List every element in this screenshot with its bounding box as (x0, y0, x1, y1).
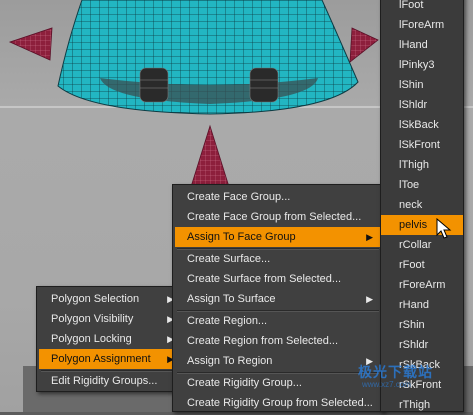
bone-item-lshldr[interactable]: lShldr (381, 95, 463, 115)
polygon-assignment-submenu: Create Face Group... Create Face Group f… (172, 184, 384, 412)
menu-item-create-rigidity-group-from-selected[interactable]: Create Rigidity Group from Selected... (175, 393, 381, 413)
bone-item-ltoe[interactable]: lToe (381, 175, 463, 195)
mouse-pointer-icon (436, 218, 452, 239)
menu-item-create-rigidity-group[interactable]: Create Rigidity Group... (175, 373, 381, 393)
menu-item-label: Assign To Region (187, 355, 273, 367)
menu-item-label: Polygon Visibility (51, 313, 134, 325)
menu-item-polygon-selection[interactable]: Polygon Selection ▶ (39, 289, 182, 309)
menu-item-assign-to-surface[interactable]: Assign To Surface ▶ (175, 289, 381, 309)
menu-item-label: Create Rigidity Group from Selected... (187, 397, 373, 409)
bone-item-lshin[interactable]: lShin (381, 75, 463, 95)
menu-item-label: Polygon Assignment (51, 353, 151, 365)
bone-item-lskback[interactable]: lSkBack (381, 115, 463, 135)
submenu-arrow-icon: ▶ (366, 294, 373, 304)
face-group-list-submenu: lFoot lForeArm lHand lPinky3 lShin lShld… (380, 0, 464, 412)
menu-item-assign-to-region[interactable]: Assign To Region ▶ (175, 351, 381, 371)
watermark-subtext: www.xz7.com (362, 380, 411, 389)
bone-item-rfoot[interactable]: rFoot (381, 255, 463, 275)
polygon-context-menu: Polygon Selection ▶ Polygon Visibility ▶ P… (36, 286, 185, 392)
menu-item-label: Edit Rigidity Groups... (51, 375, 158, 387)
bone-item-lfoot[interactable]: lFoot (381, 0, 463, 15)
menu-item-create-region-from-selected[interactable]: Create Region from Selected... (175, 331, 381, 351)
menu-item-polygon-locking[interactable]: Polygon Locking ▶ (39, 329, 182, 349)
bone-item-rforearm[interactable]: rForeArm (381, 275, 463, 295)
menu-item-label: Polygon Locking (51, 333, 132, 345)
menu-item-create-face-group[interactable]: Create Face Group... (175, 187, 381, 207)
menu-item-label: Create Face Group from Selected... (187, 211, 362, 223)
watermark-text: 极光下载站 (358, 364, 433, 380)
menu-item-create-region[interactable]: Create Region... (175, 311, 381, 331)
bone-item-rhand[interactable]: rHand (381, 295, 463, 315)
submenu-arrow-icon: ▶ (366, 232, 373, 242)
menu-item-polygon-assignment[interactable]: Polygon Assignment ▶ (39, 349, 182, 369)
bone-item-lskfront[interactable]: lSkFront (381, 135, 463, 155)
menu-item-edit-rigidity-groups[interactable]: Edit Rigidity Groups... (39, 371, 182, 391)
bone-item-rshldr[interactable]: rShldr (381, 335, 463, 355)
menu-item-label: Create Region from Selected... (187, 335, 339, 347)
bone-item-lpinky3[interactable]: lPinky3 (381, 55, 463, 75)
menu-item-label: Create Surface... (187, 253, 271, 265)
menu-item-label: Create Rigidity Group... (187, 377, 302, 389)
menu-item-polygon-visibility[interactable]: Polygon Visibility ▶ (39, 309, 182, 329)
menu-item-create-surface-from-selected[interactable]: Create Surface from Selected... (175, 269, 381, 289)
menu-item-label: Create Region... (187, 315, 268, 327)
menu-item-label: Create Face Group... (187, 191, 291, 203)
bone-item-lforearm[interactable]: lForeArm (381, 15, 463, 35)
bone-item-rshin[interactable]: rShin (381, 315, 463, 335)
left-cone (8, 27, 53, 61)
menu-item-create-surface[interactable]: Create Surface... (175, 249, 381, 269)
menu-item-create-face-group-from-selected[interactable]: Create Face Group from Selected... (175, 207, 381, 227)
right-cone (349, 27, 379, 63)
bone-item-lhand[interactable]: lHand (381, 35, 463, 55)
bone-item-lthigh[interactable]: lThigh (381, 155, 463, 175)
bone-item-rthigh[interactable]: rThigh (381, 395, 463, 415)
menu-item-label: Assign To Surface (187, 293, 276, 305)
menu-item-label: Polygon Selection (51, 293, 140, 305)
menu-item-label: Create Surface from Selected... (187, 273, 342, 285)
menu-item-assign-to-face-group[interactable]: Assign To Face Group ▶ (175, 227, 381, 247)
bone-item-neck[interactable]: neck (381, 195, 463, 215)
center-cone (189, 124, 231, 191)
menu-item-label: Assign To Face Group (187, 231, 296, 243)
